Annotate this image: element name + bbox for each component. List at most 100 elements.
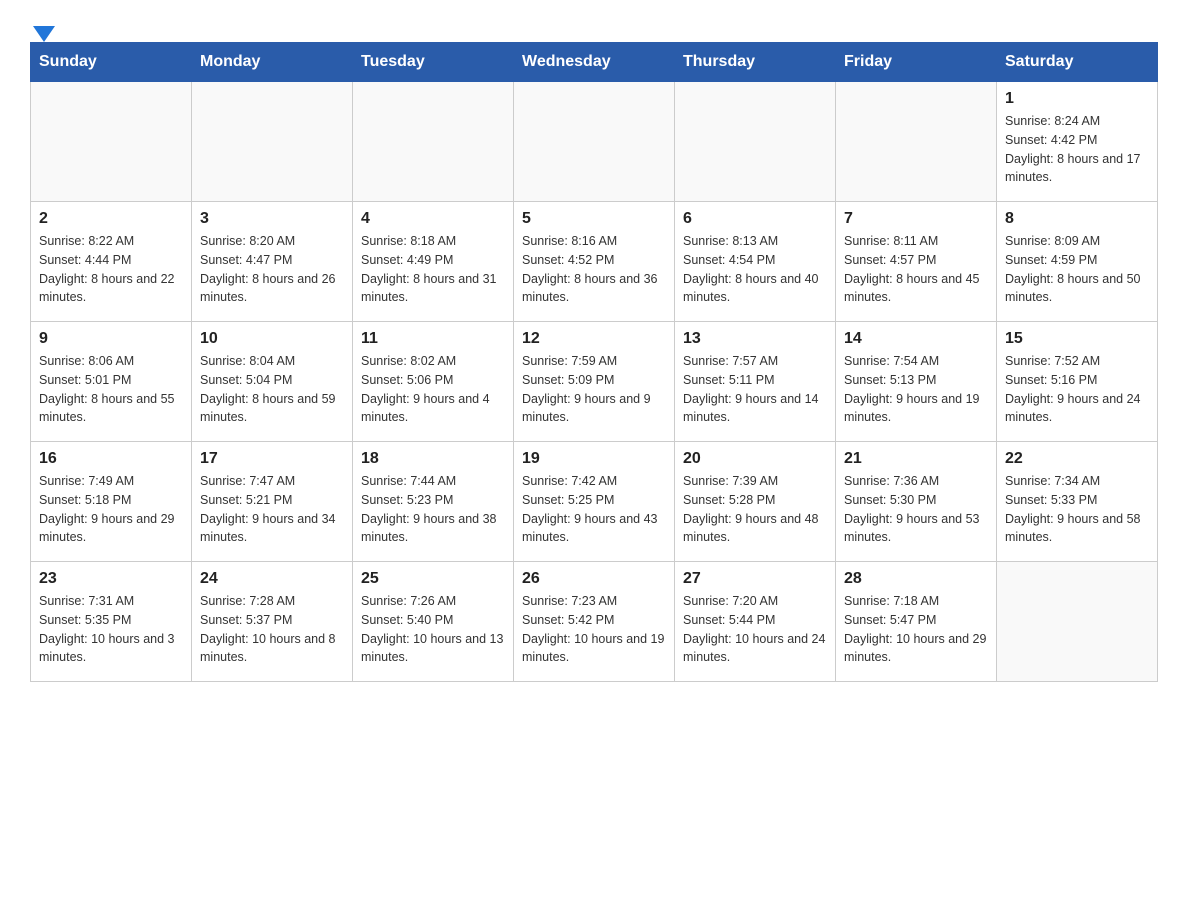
day-number: 17 [200,450,344,468]
calendar-cell: 28 Sunrise: 7:18 AMSunset: 5:47 PMDayligh… [836,562,997,682]
calendar-cell: 1 Sunrise: 8:24 AMSunset: 4:42 PMDaylight… [997,82,1158,202]
day-number: 16 [39,450,183,468]
calendar-cell: 9Sunrise: 8:06 AMSunset: 5:01 PMDaylight… [31,322,192,442]
day-number: 13 [683,330,827,348]
column-header-wednesday: Wednesday [514,43,675,82]
day-number: 1 [1005,90,1149,108]
calendar-week-1: 1 Sunrise: 8:24 AMSunset: 4:42 PMDaylight… [31,82,1158,202]
calendar-cell: 22 Sunrise: 7:34 AMSunset: 5:33 PMDayligh… [997,442,1158,562]
calendar-cell: 5 Sunrise: 8:16 AMSunset: 4:52 PMDaylight… [514,202,675,322]
day-info: Sunrise: 7:52 AMSunset: 5:16 PMDaylight:… [1005,352,1149,427]
calendar-cell: 3 Sunrise: 8:20 AMSunset: 4:47 PMDaylight… [192,202,353,322]
day-number: 15 [1005,330,1149,348]
calendar-cell: 11 Sunrise: 8:02 AMSunset: 5:06 PMDayligh… [353,322,514,442]
calendar-cell [31,82,192,202]
calendar-cell [997,562,1158,682]
calendar-cell: 12 Sunrise: 7:59 AMSunset: 5:09 PMDayligh… [514,322,675,442]
calendar-cell: 2 Sunrise: 8:22 AMSunset: 4:44 PMDaylight… [31,202,192,322]
page-header [30,20,1158,32]
column-header-sunday: Sunday [31,43,192,82]
day-number: 18 [361,450,505,468]
day-info: Sunrise: 7:59 AMSunset: 5:09 PMDaylight:… [522,352,666,427]
day-info: Sunrise: 7:26 AMSunset: 5:40 PMDaylight:… [361,592,505,667]
calendar-cell: 21 Sunrise: 7:36 AMSunset: 5:30 PMDayligh… [836,442,997,562]
day-number: 22 [1005,450,1149,468]
day-info: Sunrise: 8:02 AMSunset: 5:06 PMDaylight:… [361,352,505,427]
day-info: Sunrise: 7:18 AMSunset: 5:47 PMDaylight:… [844,592,988,667]
day-info: Sunrise: 7:31 AMSunset: 5:35 PMDaylight:… [39,592,183,667]
calendar-week-4: 16Sunrise: 7:49 AMSunset: 5:18 PMDayligh… [31,442,1158,562]
logo [30,20,55,32]
day-info: Sunrise: 8:22 AMSunset: 4:44 PMDaylight:… [39,232,183,307]
day-number: 20 [683,450,827,468]
day-number: 11 [361,330,505,348]
calendar-cell [836,82,997,202]
day-number: 3 [200,210,344,228]
day-number: 28 [844,570,988,588]
calendar-cell: 13 Sunrise: 7:57 AMSunset: 5:11 PMDayligh… [675,322,836,442]
calendar-cell: 23 Sunrise: 7:31 AMSunset: 5:35 PMDayligh… [31,562,192,682]
calendar-week-5: 23 Sunrise: 7:31 AMSunset: 5:35 PMDayligh… [31,562,1158,682]
day-info: Sunrise: 7:36 AMSunset: 5:30 PMDaylight:… [844,472,988,547]
day-info: Sunrise: 7:54 AMSunset: 5:13 PMDaylight:… [844,352,988,427]
day-info: Sunrise: 8:24 AMSunset: 4:42 PMDaylight:… [1005,112,1149,187]
day-number: 27 [683,570,827,588]
day-info: Sunrise: 7:42 AMSunset: 5:25 PMDaylight:… [522,472,666,547]
calendar-header-row: SundayMondayTuesdayWednesdayThursdayFrid… [31,43,1158,82]
calendar-cell: 24Sunrise: 7:28 AMSunset: 5:37 PMDayligh… [192,562,353,682]
calendar-cell [675,82,836,202]
day-number: 12 [522,330,666,348]
calendar-cell: 7 Sunrise: 8:11 AMSunset: 4:57 PMDaylight… [836,202,997,322]
calendar-week-2: 2 Sunrise: 8:22 AMSunset: 4:44 PMDaylight… [31,202,1158,322]
day-info: Sunrise: 8:11 AMSunset: 4:57 PMDaylight:… [844,232,988,307]
calendar-cell: 17 Sunrise: 7:47 AMSunset: 5:21 PMDayligh… [192,442,353,562]
day-number: 24 [200,570,344,588]
day-number: 7 [844,210,988,228]
calendar-cell: 27 Sunrise: 7:20 AMSunset: 5:44 PMDayligh… [675,562,836,682]
day-info: Sunrise: 7:34 AMSunset: 5:33 PMDaylight:… [1005,472,1149,547]
day-number: 6 [683,210,827,228]
day-info: Sunrise: 8:16 AMSunset: 4:52 PMDaylight:… [522,232,666,307]
logo-triangle-icon [33,26,55,42]
day-info: Sunrise: 8:09 AMSunset: 4:59 PMDaylight:… [1005,232,1149,307]
calendar-cell: 15 Sunrise: 7:52 AMSunset: 5:16 PMDayligh… [997,322,1158,442]
day-number: 26 [522,570,666,588]
day-info: Sunrise: 8:20 AMSunset: 4:47 PMDaylight:… [200,232,344,307]
day-info: Sunrise: 7:39 AMSunset: 5:28 PMDaylight:… [683,472,827,547]
calendar-cell: 6 Sunrise: 8:13 AMSunset: 4:54 PMDaylight… [675,202,836,322]
day-info: Sunrise: 8:18 AMSunset: 4:49 PMDaylight:… [361,232,505,307]
day-number: 23 [39,570,183,588]
calendar-cell [514,82,675,202]
calendar-cell: 19Sunrise: 7:42 AMSunset: 5:25 PMDayligh… [514,442,675,562]
column-header-tuesday: Tuesday [353,43,514,82]
calendar-cell: 8 Sunrise: 8:09 AMSunset: 4:59 PMDaylight… [997,202,1158,322]
day-info: Sunrise: 8:06 AMSunset: 5:01 PMDaylight:… [39,352,183,427]
calendar-week-3: 9Sunrise: 8:06 AMSunset: 5:01 PMDaylight… [31,322,1158,442]
calendar-cell [192,82,353,202]
day-info: Sunrise: 7:44 AMSunset: 5:23 PMDaylight:… [361,472,505,547]
day-info: Sunrise: 7:57 AMSunset: 5:11 PMDaylight:… [683,352,827,427]
calendar-cell: 25 Sunrise: 7:26 AMSunset: 5:40 PMDayligh… [353,562,514,682]
day-number: 2 [39,210,183,228]
column-header-friday: Friday [836,43,997,82]
calendar-cell: 26 Sunrise: 7:23 AMSunset: 5:42 PMDayligh… [514,562,675,682]
day-number: 14 [844,330,988,348]
day-number: 21 [844,450,988,468]
calendar-cell: 14 Sunrise: 7:54 AMSunset: 5:13 PMDayligh… [836,322,997,442]
day-info: Sunrise: 7:47 AMSunset: 5:21 PMDaylight:… [200,472,344,547]
calendar-table: SundayMondayTuesdayWednesdayThursdayFrid… [30,42,1158,682]
column-header-saturday: Saturday [997,43,1158,82]
day-number: 8 [1005,210,1149,228]
day-info: Sunrise: 7:23 AMSunset: 5:42 PMDaylight:… [522,592,666,667]
day-info: Sunrise: 8:13 AMSunset: 4:54 PMDaylight:… [683,232,827,307]
day-number: 5 [522,210,666,228]
calendar-cell: 10Sunrise: 8:04 AMSunset: 5:04 PMDayligh… [192,322,353,442]
calendar-cell [353,82,514,202]
day-number: 4 [361,210,505,228]
day-number: 25 [361,570,505,588]
calendar-cell: 18 Sunrise: 7:44 AMSunset: 5:23 PMDayligh… [353,442,514,562]
calendar-cell: 20 Sunrise: 7:39 AMSunset: 5:28 PMDayligh… [675,442,836,562]
day-number: 10 [200,330,344,348]
calendar-cell: 4 Sunrise: 8:18 AMSunset: 4:49 PMDaylight… [353,202,514,322]
day-info: Sunrise: 7:20 AMSunset: 5:44 PMDaylight:… [683,592,827,667]
